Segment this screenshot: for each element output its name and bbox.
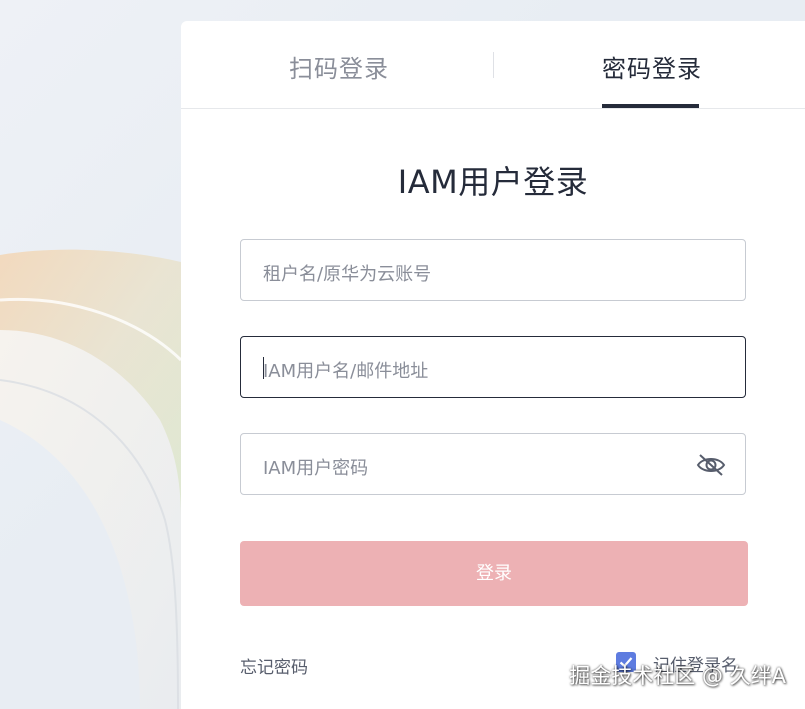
watermark: 掘金技术社区 @ 久绊A: [569, 664, 786, 688]
login-button[interactable]: 登录: [240, 541, 748, 606]
tenant-name-input[interactable]: 租户名/原华为云账号: [240, 239, 746, 301]
iam-username-input[interactable]: IAM用户名/邮件地址: [240, 336, 746, 398]
active-tab-indicator: [602, 104, 699, 108]
tenant-name-placeholder: 租户名/原华为云账号: [263, 264, 432, 285]
login-card: 扫码登录 密码登录 IAM用户登录 租户名/原华为云账号 IAM用户名/邮件地址…: [181, 21, 805, 709]
iam-password-placeholder: IAM用户密码: [263, 458, 369, 479]
iam-password-input[interactable]: IAM用户密码: [240, 433, 746, 495]
eye-off-icon[interactable]: [695, 451, 727, 479]
text-caret: [263, 357, 264, 379]
page-title: IAM用户登录: [397, 163, 589, 201]
tab-qr-login[interactable]: 扫码登录: [289, 49, 389, 84]
tab-divider: [493, 52, 494, 78]
iam-username-placeholder: IAM用户名/邮件地址: [263, 361, 429, 382]
forgot-password-link[interactable]: 忘记密码: [240, 653, 308, 678]
login-tabs: 扫码登录 密码登录: [181, 21, 805, 109]
tab-password-login[interactable]: 密码登录: [602, 49, 702, 84]
